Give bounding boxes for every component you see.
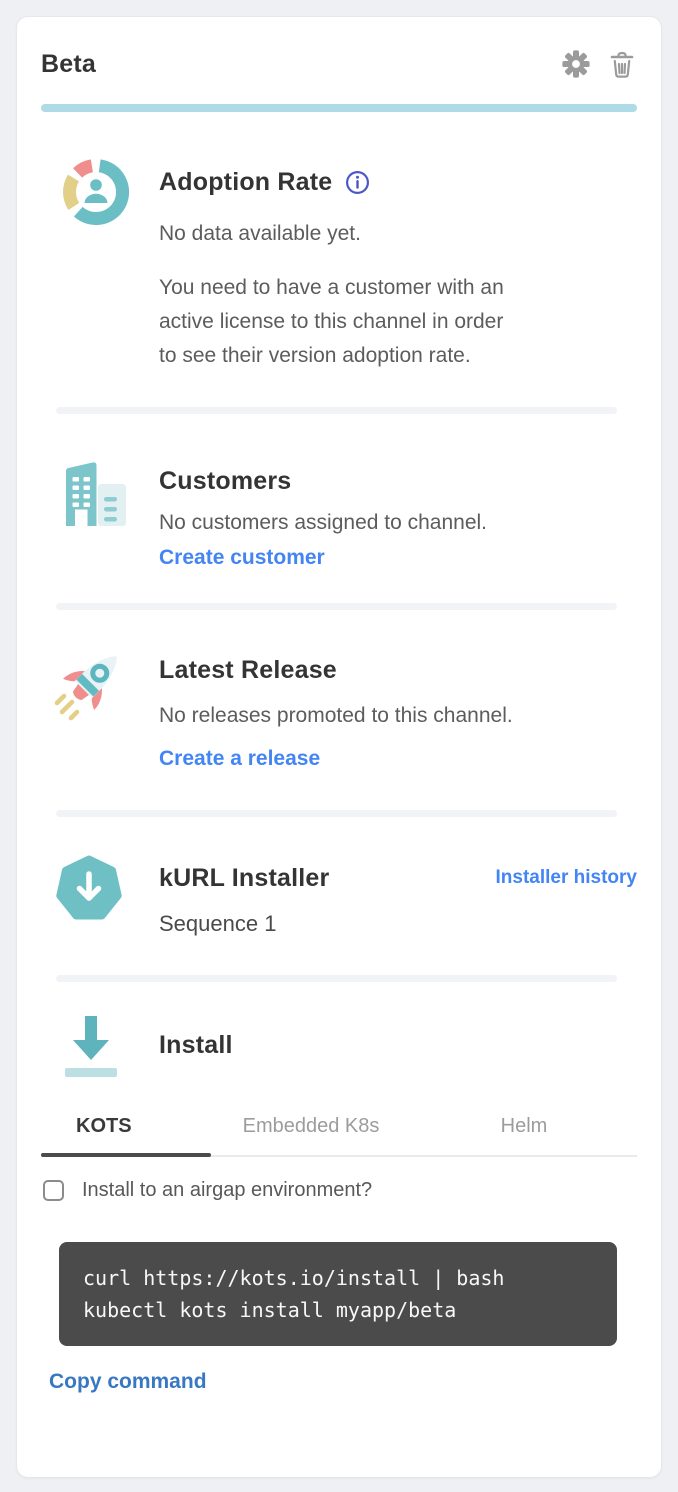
latest-release-title: Latest Release xyxy=(159,653,637,687)
install-tabs: KOTS Embedded K8s Helm xyxy=(41,1110,637,1157)
section-customers: Customers No customers assigned to chann… xyxy=(41,452,637,570)
tab-helm[interactable]: Helm xyxy=(411,1110,637,1155)
customers-title: Customers xyxy=(159,464,637,498)
divider xyxy=(56,810,617,817)
download-arrow-icon xyxy=(41,1010,159,1086)
tab-kots[interactable]: KOTS xyxy=(41,1110,211,1155)
trash-icon xyxy=(607,49,637,79)
adoption-rate-title: Adoption Rate xyxy=(159,165,332,199)
info-icon[interactable] xyxy=(344,169,371,196)
divider xyxy=(56,975,617,982)
adoption-rate-donut-icon xyxy=(41,151,159,233)
section-install: Install xyxy=(41,1010,637,1086)
adoption-empty-text: No data available yet. xyxy=(159,219,637,249)
code-line: curl https://kots.io/install | bash xyxy=(83,1262,593,1294)
code-line: kubectl kots install myapp/beta xyxy=(83,1294,593,1326)
delete-channel-button[interactable] xyxy=(607,49,637,79)
gear-icon xyxy=(562,50,590,78)
divider xyxy=(56,407,617,414)
header-actions xyxy=(562,49,637,79)
channel-card: Beta xyxy=(16,16,662,1478)
installer-history-link[interactable]: Installer history xyxy=(496,867,638,889)
section-latest-release: Latest Release No releases promoted to t… xyxy=(41,641,637,771)
card-header: Beta xyxy=(41,45,637,83)
section-kurl-installer: kURL Installer Installer history Sequenc… xyxy=(41,851,637,939)
customers-empty-text: No customers assigned to channel. xyxy=(159,508,637,538)
channel-title: Beta xyxy=(41,50,96,79)
tab-embedded-k8s[interactable]: Embedded K8s xyxy=(211,1110,411,1155)
installer-sequence: Sequence 1 xyxy=(159,909,637,939)
airgap-row: Install to an airgap environment? xyxy=(41,1179,637,1202)
divider xyxy=(56,603,617,610)
airgap-checkbox[interactable] xyxy=(43,1180,64,1201)
install-command-code-block: curl https://kots.io/install | bash kube… xyxy=(59,1242,617,1346)
channel-settings-button[interactable] xyxy=(562,50,590,78)
copy-command-link[interactable]: Copy command xyxy=(49,1370,207,1394)
customers-building-icon xyxy=(41,452,159,538)
kurl-installer-title: kURL Installer xyxy=(159,861,329,895)
rocket-icon xyxy=(41,641,159,727)
create-release-link[interactable]: Create a release xyxy=(159,747,320,771)
channel-color-bar xyxy=(41,104,637,112)
airgap-checkbox-label: Install to an airgap environment? xyxy=(82,1179,372,1202)
release-empty-text: No releases promoted to this channel. xyxy=(159,701,637,731)
install-title: Install xyxy=(159,1028,637,1062)
section-adoption-rate: Adoption Rate No data available yet. You… xyxy=(41,151,637,373)
create-customer-link[interactable]: Create customer xyxy=(159,546,325,570)
kurl-heptagon-icon xyxy=(41,851,159,927)
adoption-hint-text: You need to have a customer with an acti… xyxy=(159,271,629,373)
